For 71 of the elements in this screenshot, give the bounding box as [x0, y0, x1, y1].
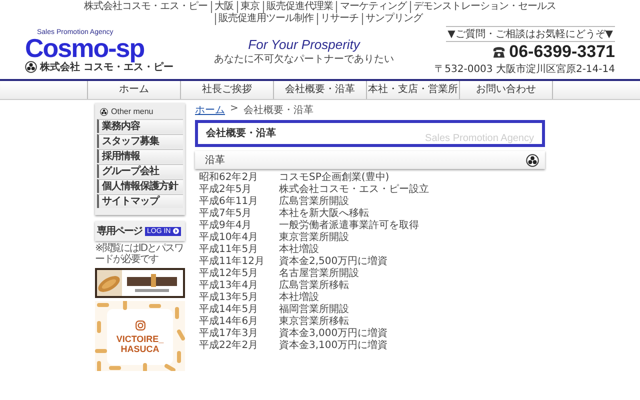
phone-number: 06-6399-3371: [509, 42, 615, 62]
history-date: 平成12年5月: [199, 268, 260, 280]
history-date: 平成2年5月: [199, 184, 253, 196]
nav-link[interactable]: 本社・支店・営業所: [366, 81, 459, 99]
slogan-subtitle: あなたに不可欠なパートナーでありたい: [214, 52, 394, 66]
history-event: 資本金3,100万円に増資: [279, 340, 389, 352]
slogan-title: For Your Prosperity: [248, 36, 360, 52]
sidebar-item[interactable]: スタッフ募集: [97, 134, 183, 148]
history-event: 資本金3,000万円に増資: [279, 328, 389, 340]
section-mark-icon: [526, 154, 539, 166]
history-event: 株式会社コスモ・エス・ピー設立: [279, 184, 430, 196]
history-date: 平成13年4月: [199, 280, 260, 292]
section-title: 沿革: [205, 154, 225, 167]
breadcrumb-separator: >: [230, 103, 238, 116]
history-date: 平成7年5月: [199, 208, 253, 220]
history-event: 名古屋営業所開設: [279, 268, 360, 280]
address: 〒532-0003 大阪市淀川区宮原2-14-14: [434, 62, 615, 76]
top-link[interactable]: マーケティング: [336, 1, 410, 13]
top-link[interactable]: 株式会社コスモ・エス・ピー: [81, 1, 210, 13]
top-link[interactable]: サンプリング: [362, 13, 426, 25]
top-link[interactable]: 東京: [236, 1, 262, 13]
company-name: 株式会社 コスモ・エス・ピー: [40, 62, 174, 74]
history-event: 福岡営業所開設: [279, 304, 350, 316]
sidebar-item[interactable]: グループ会社: [97, 164, 183, 178]
company-mark-icon: [25, 60, 37, 72]
history-event: 広島営業所開設: [279, 196, 350, 208]
history-date: 平成13年5月: [199, 292, 260, 304]
arrow-icon: [172, 228, 179, 234]
history-date: 平成14年5月: [199, 304, 260, 316]
page-title: 会社概要・沿革: [206, 126, 276, 141]
sidebar-item[interactable]: 業務内容: [97, 119, 183, 133]
nav-link[interactable]: ホーム: [87, 81, 180, 99]
sidebar-item[interactable]: 個人情報保護方針: [97, 179, 183, 193]
top-link[interactable]: 販売促進代理業: [262, 1, 336, 13]
menu-heading: Other menu: [111, 107, 154, 116]
sidebar-item[interactable]: 採用情報: [97, 149, 183, 163]
contact-note: ▼ご質問・ご相談はお気軽にどうぞ▼: [446, 26, 615, 42]
history-event: 東京営業所開設: [279, 232, 350, 244]
history-date: 昭和62年2月: [199, 172, 260, 184]
history-date: 平成11年5月: [199, 244, 260, 256]
history-event: 一般労働者派遣事業許可を取得: [279, 220, 420, 232]
history-date: 平成11年12月: [199, 256, 266, 268]
nav-link[interactable]: 社長ご挨拶: [180, 81, 273, 99]
instagram-icon[interactable]: [134, 320, 146, 331]
history-event: 本社増設: [279, 292, 320, 304]
members-title: 専用ページ: [97, 224, 142, 238]
breadcrumb-link[interactable]: ホーム: [195, 103, 225, 117]
top-link[interactable]: リサーチ: [316, 13, 362, 25]
history-date: 平成9年4月: [199, 220, 253, 232]
members-note: ※閲覧にはIDとパスワードが必要です: [95, 243, 184, 265]
history-event: 東京営業所移転: [279, 316, 350, 328]
top-link[interactable]: 販売促進用ツール制作: [214, 13, 316, 25]
history-date: 平成14年6月: [199, 316, 260, 328]
history-date: 平成17年3月: [199, 328, 260, 340]
top-link[interactable]: デモンストレーション・セールス: [410, 1, 559, 13]
sidebar-item[interactable]: サイトマップ: [97, 194, 183, 208]
history-event: 本社を新大阪へ移転: [279, 208, 370, 220]
top-link[interactable]: 大阪: [210, 1, 236, 13]
breadcrumb-current: 会社概要・沿革: [243, 104, 314, 117]
history-date: 平成22年2月: [199, 340, 260, 352]
history-event: 広島営業所移転: [279, 280, 350, 292]
history-event: 資本金2,500万円に増資: [279, 256, 389, 268]
nav-link[interactable]: 会社概要・沿革: [273, 81, 366, 99]
history-event: コスモSP企画創業(豊中): [279, 172, 390, 184]
history-event: 本社増設: [279, 244, 320, 256]
instagram-label: VICTOIRE_ HASUCA: [115, 334, 165, 354]
history-date: 平成10年4月: [199, 232, 260, 244]
phone-icon: [492, 45, 506, 59]
nav-link[interactable]: お問い合わせ: [459, 81, 553, 99]
menu-mark-icon: [100, 108, 108, 116]
history-date: 平成6年11月: [199, 196, 260, 208]
